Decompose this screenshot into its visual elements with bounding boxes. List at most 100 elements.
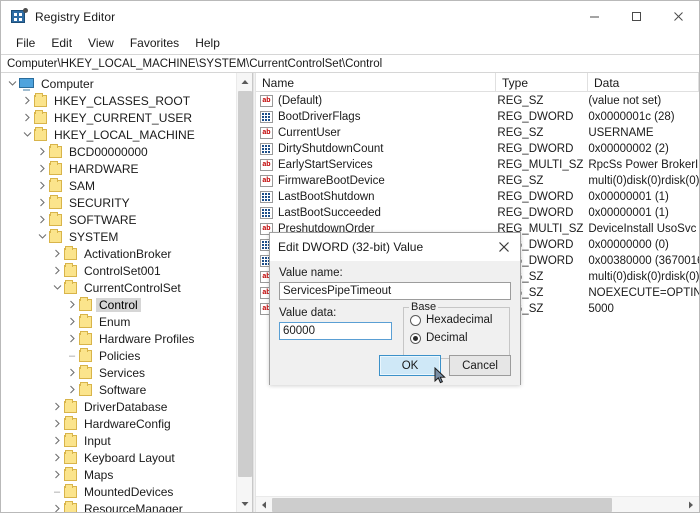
- tree-node-hkey-classes-root[interactable]: HKEY_CLASSES_ROOT: [1, 92, 237, 109]
- radio-decimal-label: Decimal: [426, 332, 468, 344]
- menu-item-view[interactable]: View: [80, 34, 122, 52]
- tree-node-bcd00000000[interactable]: BCD00000000: [1, 143, 237, 160]
- tree-node-hkey-local-machine[interactable]: HKEY_LOCAL_MACHINE: [1, 126, 237, 143]
- tree-node-enum[interactable]: Enum: [1, 313, 237, 330]
- value-data-input[interactable]: 60000: [279, 322, 392, 340]
- value-row[interactable]: LastBootShutdown REG_DWORD 0x00000001 (1): [256, 189, 699, 205]
- address-bar[interactable]: Computer\HKEY_LOCAL_MACHINE\SYSTEM\Curre…: [1, 54, 699, 73]
- tree-node-currentcontrolset[interactable]: CurrentControlSet: [1, 279, 237, 296]
- tree-node-hkey-current-user[interactable]: HKEY_CURRENT_USER: [1, 109, 237, 126]
- folder-icon: [79, 381, 92, 396]
- dword-value-icon: [260, 143, 273, 155]
- value-data: multi(0)disk(0)rdisk(0)p: [588, 271, 699, 283]
- column-header-type[interactable]: Type: [496, 73, 588, 92]
- folder-icon: [49, 194, 62, 209]
- radio-hexadecimal[interactable]: Hexadecimal: [410, 314, 503, 326]
- chevron-right-icon[interactable]: [50, 262, 64, 279]
- chevron-right-icon[interactable]: [50, 415, 64, 432]
- string-value-icon: ab: [260, 127, 273, 139]
- column-header-name[interactable]: Name: [256, 73, 496, 92]
- chevron-down-icon[interactable]: [20, 126, 34, 143]
- key-tree-pane: Computer HKEY_CLASSES_ROOT HKEY_CURRENT_US…: [1, 73, 253, 512]
- chevron-right-icon[interactable]: [35, 211, 49, 228]
- folder-icon: [64, 279, 77, 294]
- close-icon[interactable]: [657, 1, 699, 32]
- tree-scroll-thumb[interactable]: [238, 91, 252, 477]
- scroll-up-icon[interactable]: [237, 73, 252, 90]
- chevron-right-icon[interactable]: [65, 296, 79, 313]
- chevron-down-icon[interactable]: [50, 279, 64, 296]
- tree-node-resourcemanager[interactable]: ResourceManager: [1, 500, 237, 512]
- chevron-right-icon[interactable]: [50, 245, 64, 262]
- column-header-data[interactable]: Data: [588, 73, 699, 92]
- chevron-right-icon[interactable]: [50, 398, 64, 415]
- tree-node-mounteddevices[interactable]: – MountedDevices: [1, 483, 237, 500]
- value-row[interactable]: DirtyShutdownCount REG_DWORD 0x00000002 (2…: [256, 141, 699, 157]
- tree-node-control[interactable]: Control: [1, 296, 237, 313]
- menu-item-edit[interactable]: Edit: [43, 34, 80, 52]
- chevron-down-icon[interactable]: [35, 228, 49, 245]
- chevron-right-icon[interactable]: [35, 177, 49, 194]
- dialog-close-icon[interactable]: [488, 233, 520, 261]
- chevron-right-icon[interactable]: [35, 194, 49, 211]
- value-name-input[interactable]: ServicesPipeTimeout: [279, 282, 511, 300]
- tree-node-hardware[interactable]: HARDWARE: [1, 160, 237, 177]
- chevron-right-icon[interactable]: [50, 449, 64, 466]
- chevron-down-icon[interactable]: [5, 75, 19, 92]
- menu-item-file[interactable]: File: [8, 34, 43, 52]
- tree-node-activationbroker[interactable]: ActivationBroker: [1, 245, 237, 262]
- tree-node-security[interactable]: SECURITY: [1, 194, 237, 211]
- value-row[interactable]: LastBootSucceeded REG_DWORD 0x00000001 (1): [256, 205, 699, 221]
- value-data: (value not set): [588, 95, 662, 107]
- value-name: (Default): [278, 95, 497, 107]
- values-horizontal-scrollbar[interactable]: [256, 496, 699, 512]
- values-scroll-thumb[interactable]: [272, 497, 612, 512]
- tree-node-label: Computer: [41, 76, 94, 91]
- chevron-right-icon[interactable]: [65, 330, 79, 347]
- chevron-right-icon[interactable]: [65, 313, 79, 330]
- tree-node-computer[interactable]: Computer: [1, 75, 237, 92]
- value-row[interactable]: ab FirmwareBootDevice REG_SZ multi(0)disk(0…: [256, 173, 699, 189]
- menu-item-help[interactable]: Help: [187, 34, 228, 52]
- folder-icon: [79, 330, 92, 345]
- tree-node-sam[interactable]: SAM: [1, 177, 237, 194]
- tree-node-services[interactable]: Services: [1, 364, 237, 381]
- tree-node-system[interactable]: SYSTEM: [1, 228, 237, 245]
- tree-node-maps[interactable]: Maps: [1, 466, 237, 483]
- value-row[interactable]: ab CurrentUser REG_SZ USERNAME: [256, 125, 699, 141]
- scroll-left-icon[interactable]: [256, 497, 272, 513]
- tree-node-keyboard-layout[interactable]: Keyboard Layout: [1, 449, 237, 466]
- folder-icon: [79, 313, 92, 328]
- chevron-right-icon[interactable]: [50, 466, 64, 483]
- chevron-right-icon[interactable]: [50, 432, 64, 449]
- ok-button[interactable]: OK: [379, 355, 441, 376]
- tree-node-hardwareconfig[interactable]: HardwareConfig: [1, 415, 237, 432]
- tree-node-software[interactable]: SOFTWARE: [1, 211, 237, 228]
- tree-node-hardware-profiles[interactable]: Hardware Profiles: [1, 330, 237, 347]
- minimize-icon[interactable]: [573, 1, 615, 32]
- chevron-right-icon[interactable]: [50, 500, 64, 512]
- tree-vertical-scrollbar[interactable]: [236, 73, 252, 512]
- tree-node-driverdatabase[interactable]: DriverDatabase: [1, 398, 237, 415]
- chevron-right-icon[interactable]: [35, 143, 49, 160]
- cancel-button[interactable]: Cancel: [449, 355, 511, 376]
- value-row[interactable]: ab EarlyStartServices REG_MULTI_SZ RpcSs Po…: [256, 157, 699, 173]
- chevron-right-icon[interactable]: [65, 381, 79, 398]
- tree-node-controlset001[interactable]: ControlSet001: [1, 262, 237, 279]
- scroll-right-icon[interactable]: [683, 497, 699, 513]
- value-row[interactable]: ab (Default) REG_SZ (value not set): [256, 93, 699, 109]
- chevron-right-icon[interactable]: [20, 92, 34, 109]
- tree-node-policies[interactable]: – Policies: [1, 347, 237, 364]
- value-name-label: Value name:: [279, 267, 343, 279]
- chevron-right-icon[interactable]: [35, 160, 49, 177]
- chevron-right-icon[interactable]: [65, 364, 79, 381]
- tree-node-input[interactable]: Input: [1, 432, 237, 449]
- chevron-right-icon[interactable]: [20, 109, 34, 126]
- tree-node-software[interactable]: Software: [1, 381, 237, 398]
- value-row[interactable]: BootDriverFlags REG_DWORD 0x0000001c (28): [256, 109, 699, 125]
- value-type: REG_DWORD: [497, 111, 574, 123]
- maximize-icon[interactable]: [615, 1, 657, 32]
- scroll-down-icon[interactable]: [237, 495, 252, 512]
- menu-item-favorites[interactable]: Favorites: [122, 34, 187, 52]
- radio-decimal[interactable]: Decimal: [410, 332, 503, 344]
